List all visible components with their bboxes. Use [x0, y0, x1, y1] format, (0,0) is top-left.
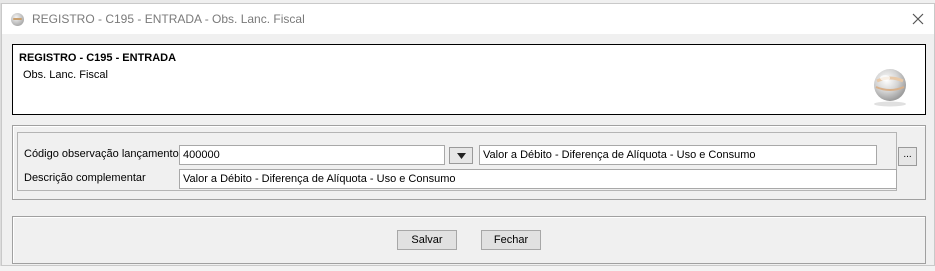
- form-group: Código observação lançamento 400000 Valo…: [17, 132, 917, 191]
- save-button[interactable]: Salvar: [397, 230, 457, 250]
- dialog-window: REGISTRO - C195 - ENTRADA - Obs. Lanc. F…: [1, 3, 935, 266]
- window-title: REGISTRO - C195 - ENTRADA - Obs. Lanc. F…: [32, 12, 305, 26]
- codigo-dropdown-button[interactable]: [449, 147, 473, 164]
- title-bar[interactable]: REGISTRO - C195 - ENTRADA - Obs. Lanc. F…: [2, 4, 934, 34]
- app-globe-icon: [11, 13, 24, 26]
- form-panel: Código observação lançamento 400000 Valo…: [12, 125, 926, 200]
- close-button[interactable]: Fechar: [481, 230, 541, 250]
- button-panel: Salvar Fechar: [12, 216, 926, 264]
- background-app-bottom: [0, 266, 935, 271]
- header-panel: REGISTRO - C195 - ENTRADA Obs. Lanc. Fis…: [12, 44, 926, 115]
- globe-logo-icon: [874, 69, 906, 107]
- codigo-label: Código observação lançamento: [24, 148, 179, 160]
- descricao-input[interactable]: Valor a Débito - Diferença de Alíquota -…: [179, 169, 897, 189]
- close-window-button[interactable]: [907, 9, 929, 29]
- codigo-description-field: Valor a Débito - Diferença de Alíquota -…: [479, 145, 877, 165]
- header-title: REGISTRO - C195 - ENTRADA: [19, 52, 177, 64]
- close-icon: [912, 13, 924, 25]
- ellipsis-button[interactable]: ...: [898, 147, 917, 166]
- chevron-down-icon: [456, 152, 466, 159]
- header-subtitle: Obs. Lanc. Fiscal: [23, 69, 108, 81]
- descricao-label: Descrição complementar: [24, 172, 146, 184]
- codigo-input[interactable]: 400000: [179, 145, 445, 165]
